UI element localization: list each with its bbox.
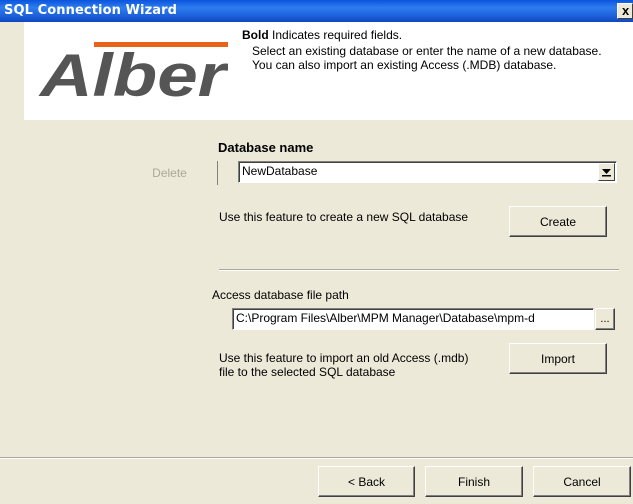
- close-button[interactable]: x: [617, 3, 633, 19]
- logo-text: Alber: [38, 42, 228, 102]
- database-name-combo[interactable]: NewDatabase: [238, 161, 617, 183]
- wizard-header: Alber Bold Indicates required fields. Se…: [24, 22, 633, 120]
- cancel-button[interactable]: Cancel: [533, 466, 631, 497]
- close-icon: x: [622, 3, 630, 18]
- import-hint-line2: file to the selected SQL database: [219, 365, 396, 379]
- import-hint-line1: Use this feature to import an old Access…: [219, 351, 469, 365]
- required-note: Bold Indicates required fields.: [242, 28, 402, 42]
- header-description: Select an existing database or enter the…: [252, 44, 602, 72]
- alber-logo: Alber: [38, 42, 228, 102]
- browse-button[interactable]: ...: [595, 308, 615, 330]
- import-hint: Use this feature to import an old Access…: [219, 351, 468, 379]
- create-hint: Use this feature to create a new SQL dat…: [219, 210, 469, 224]
- section-divider: [219, 269, 619, 271]
- bold-word: Bold: [242, 28, 269, 42]
- finish-button[interactable]: Finish: [425, 466, 523, 497]
- title-bar[interactable]: SQL Connection Wizard x: [0, 0, 633, 22]
- access-path-input[interactable]: C:\Program Files\Alber\MPM Manager\Datab…: [232, 308, 594, 330]
- bold-note: Indicates required fields.: [272, 28, 403, 42]
- import-button[interactable]: Import: [509, 343, 607, 374]
- database-name-value: NewDatabase: [242, 164, 318, 178]
- combo-dropdown-button[interactable]: [598, 163, 615, 181]
- chevron-down-icon: [602, 169, 611, 177]
- delete-button[interactable]: Delete: [122, 161, 218, 185]
- database-name-label: Database name: [218, 140, 314, 155]
- footer-divider: [0, 457, 633, 459]
- back-button[interactable]: < Back: [318, 466, 415, 497]
- create-button[interactable]: Create: [509, 206, 607, 237]
- access-path-label: Access database file path: [212, 288, 349, 302]
- window-title: SQL Connection Wizard: [4, 3, 178, 18]
